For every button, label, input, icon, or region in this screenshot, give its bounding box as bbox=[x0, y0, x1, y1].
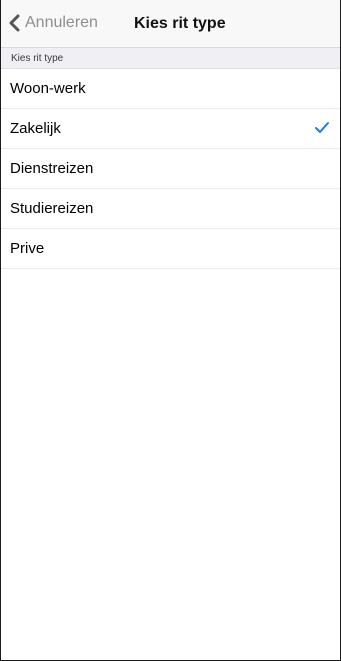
checkmark-icon bbox=[314, 121, 330, 135]
page-title: Kies rit type bbox=[134, 15, 226, 32]
list-item-dienstreizen[interactable]: Dienstreizen bbox=[1, 149, 340, 189]
list-item-label: Dienstreizen bbox=[10, 160, 94, 177]
list-item-label: Zakelijk bbox=[10, 120, 61, 137]
section-header: Kies rit type bbox=[1, 48, 340, 69]
list-item-prive[interactable]: Prive bbox=[1, 229, 340, 269]
ride-type-list: Woon-werk Zakelijk Dienstreizen Studiere… bbox=[1, 69, 340, 269]
chevron-left-icon bbox=[7, 14, 21, 32]
cancel-button[interactable]: Annuleren bbox=[7, 14, 98, 32]
list-item-label: Prive bbox=[10, 240, 45, 257]
ride-type-screen: Annuleren Kies rit type Kies rit type Wo… bbox=[0, 0, 341, 661]
list-item-woon-werk[interactable]: Woon-werk bbox=[1, 69, 340, 109]
navigation-bar: Annuleren Kies rit type bbox=[1, 0, 340, 48]
cancel-button-label: Annuleren bbox=[25, 14, 98, 31]
list-item-zakelijk[interactable]: Zakelijk bbox=[1, 109, 340, 149]
list-item-studiereizen[interactable]: Studiereizen bbox=[1, 189, 340, 229]
list-item-label: Studiereizen bbox=[10, 200, 94, 217]
list-item-label: Woon-werk bbox=[10, 80, 86, 97]
